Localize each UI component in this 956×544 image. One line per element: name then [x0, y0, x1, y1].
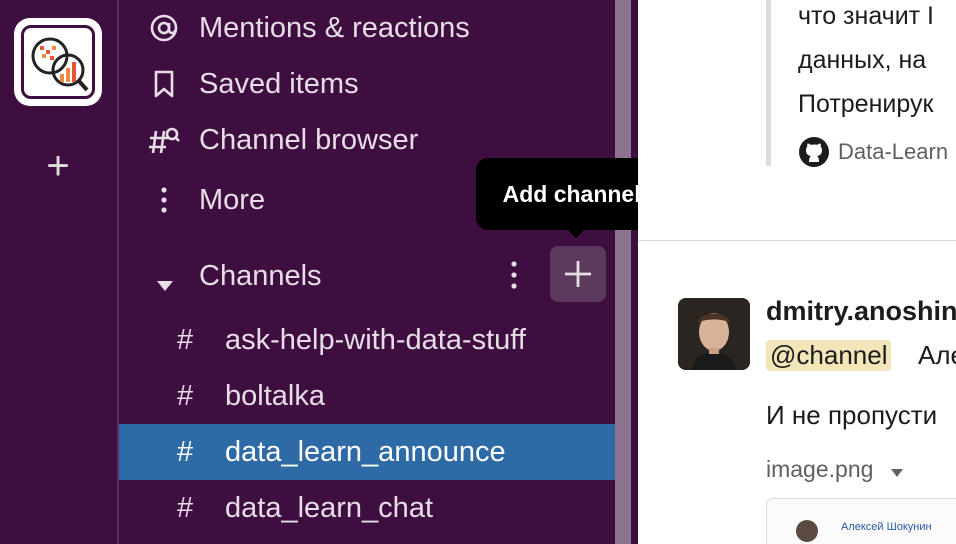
message-author[interactable]: dmitry.anoshin: [766, 296, 956, 327]
at-sign-icon: [147, 11, 181, 45]
nav-browser-label: Channel browser: [199, 123, 419, 156]
channel-name: data_learn_chat: [225, 492, 433, 524]
tooltip-arrow: [566, 228, 586, 238]
workspace-rail: +: [0, 0, 117, 544]
channel-name: data_learn_announce: [225, 436, 506, 468]
file-name: image.png: [766, 456, 874, 482]
channel-item-active[interactable]: # data_learn_announce: [119, 424, 635, 480]
add-channels-button[interactable]: [550, 246, 606, 302]
nav-mentions[interactable]: Mentions & reactions: [119, 0, 615, 56]
nav-mentions-label: Mentions & reactions: [199, 11, 470, 44]
message-pane: что значит I данных, на Потренирук Data-…: [638, 0, 956, 544]
nav-more-label: More: [199, 183, 266, 216]
sidebar-scrollbar[interactable]: [615, 0, 631, 544]
add-workspace-icon[interactable]: +: [38, 146, 78, 186]
channel-hash-icon: #: [177, 492, 194, 524]
caret-down-icon: [155, 268, 175, 301]
thumbnail-caption: Алексей Шокунин: [841, 521, 932, 533]
channel-search-icon: [147, 123, 181, 157]
workspace-switcher[interactable]: [14, 18, 102, 106]
more-vertical-icon: [147, 183, 181, 217]
thumbnail-avatar: [796, 520, 818, 542]
channel-hash-icon: #: [177, 436, 194, 468]
bookmark-icon: [147, 67, 181, 101]
attachment-text-line: Потренирук: [798, 90, 934, 118]
channel-item[interactable]: # ask-help-with-data-stuff: [119, 312, 635, 368]
nav-saved-items[interactable]: Saved items: [119, 56, 615, 112]
attachment-text-line: данных, на: [798, 46, 927, 74]
avatar-portrait: [678, 298, 750, 370]
channel-hash-icon: #: [177, 380, 194, 412]
channel-item[interactable]: # boltalka: [119, 368, 635, 424]
channels-section-label: Channels: [199, 260, 322, 292]
caret-down-icon: [890, 457, 904, 484]
attachment-bar: [766, 0, 771, 166]
message-divider: [638, 240, 956, 241]
attachment-source-name: Data-Learn: [838, 139, 949, 164]
plus-icon: [565, 261, 591, 287]
channel-name: ask-help-with-data-stuff: [225, 324, 526, 356]
attachment-source[interactable]: Data-Learn: [798, 136, 948, 168]
github-icon: [798, 136, 830, 168]
workspace-logo-icon: [31, 37, 89, 92]
channel-mention[interactable]: @channel: [766, 340, 892, 371]
message-text: Але: [918, 340, 956, 370]
message-text: И не пропусти: [766, 400, 938, 430]
file-attachment-header[interactable]: image.png: [766, 456, 904, 484]
channel-name: boltalka: [225, 380, 325, 412]
nav-saved-label: Saved items: [199, 67, 359, 100]
workspace-logo: [21, 25, 95, 99]
channel-item[interactable]: # data_learn_chat: [119, 480, 635, 536]
avatar[interactable]: [678, 298, 750, 370]
attachment-text-line: что значит I: [798, 2, 934, 30]
image-thumbnail[interactable]: Алексей Шокунин: [766, 498, 956, 544]
section-options-icon[interactable]: [504, 258, 524, 292]
sidebar-resize-edge[interactable]: [631, 0, 638, 544]
channel-hash-icon: #: [177, 324, 194, 356]
